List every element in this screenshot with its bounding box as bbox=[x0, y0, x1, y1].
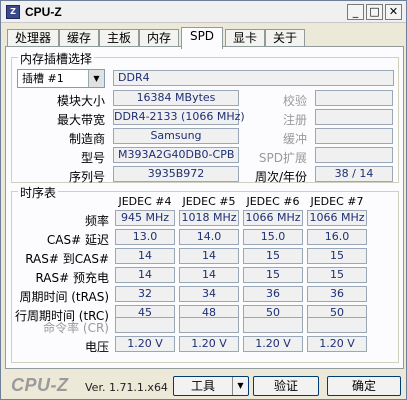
timing-cell: 14 bbox=[179, 267, 239, 283]
slot-select[interactable]: 插槽 #1 ▼ bbox=[17, 69, 105, 88]
timing-cell: 1.20 V bbox=[307, 336, 367, 352]
tab-bar: 处理器 缓存 主板 内存 SPD 显卡 关于 bbox=[5, 27, 405, 49]
ras-to-cas-label: RAS# 到CAS# bbox=[25, 252, 109, 266]
cas-latency-label: CAS# 延迟 bbox=[46, 233, 109, 247]
close-button[interactable]: ✕ bbox=[385, 4, 402, 20]
app-icon: Z bbox=[6, 5, 20, 19]
timing-cell bbox=[307, 317, 367, 333]
registered-value bbox=[315, 109, 393, 125]
timing-cell: 1066 MHz bbox=[243, 210, 303, 226]
timing-cell: 32 bbox=[115, 286, 175, 302]
timing-cell: 14 bbox=[115, 267, 175, 283]
timing-cell: 14.0 bbox=[179, 229, 239, 245]
column-header-jedec4: JEDEC #4 bbox=[118, 195, 172, 208]
tools-button[interactable]: 工具 ▼ bbox=[173, 376, 249, 396]
version-text: Ver. 1.71.1.x64 bbox=[85, 381, 168, 394]
timing-cell: 14 bbox=[115, 248, 175, 264]
column-header-jedec7: JEDEC #7 bbox=[310, 195, 364, 208]
module-size-value: 16384 MBytes bbox=[113, 90, 239, 106]
buffered-label: 缓冲 bbox=[282, 132, 307, 146]
tras-label: 周期时间 (tRAS) bbox=[19, 290, 109, 304]
slot-select-value: 插槽 #1 bbox=[22, 72, 64, 85]
timing-cell: 15 bbox=[307, 248, 367, 264]
timing-cell: 1.20 V bbox=[243, 336, 303, 352]
minimize-button[interactable]: _ bbox=[347, 4, 364, 20]
buffered-value bbox=[315, 128, 393, 144]
ok-button[interactable]: 确定 bbox=[327, 376, 401, 396]
timing-cell: 14 bbox=[179, 248, 239, 264]
max-bandwidth-value: DDR4-2133 (1066 MHz) bbox=[113, 109, 245, 125]
chevron-down-icon[interactable]: ▼ bbox=[88, 70, 104, 87]
max-bandwidth-label: 最大带宽 bbox=[56, 113, 105, 127]
timing-cell: 13.0 bbox=[115, 229, 175, 245]
footer-bar: CPU-Z Ver. 1.71.1.x64 工具 ▼ 验证 确定 bbox=[1, 369, 406, 400]
cpuz-window: Z CPU-Z _ □ ✕ 处理器 缓存 主板 内存 SPD 显卡 关于 内存插… bbox=[0, 0, 407, 400]
column-header-jedec5: JEDEC #5 bbox=[182, 195, 236, 208]
tools-button-label: 工具 bbox=[190, 379, 215, 393]
column-header-jedec6: JEDEC #6 bbox=[246, 195, 300, 208]
ras-precharge-label: RAS# 预充电 bbox=[35, 271, 109, 285]
command-rate-label: 命令率 (CR) bbox=[43, 321, 109, 335]
manufacturer-value: Samsung bbox=[113, 128, 239, 144]
tab-spd[interactable]: SPD bbox=[181, 27, 223, 49]
chevron-down-icon[interactable]: ▼ bbox=[232, 377, 248, 395]
title-bar[interactable]: Z CPU-Z _ □ ✕ bbox=[1, 1, 406, 23]
spd-ext-value bbox=[315, 147, 393, 163]
week-year-value: 38 / 14 bbox=[315, 166, 393, 182]
timing-cell: 15 bbox=[243, 248, 303, 264]
timing-cell bbox=[115, 317, 175, 333]
timing-cell: 36 bbox=[243, 286, 303, 302]
correction-label: 校验 bbox=[282, 94, 307, 108]
serial-label: 序列号 bbox=[68, 170, 105, 184]
voltage-label: 电压 bbox=[84, 340, 109, 354]
cpuz-logo: CPU-Z bbox=[11, 375, 69, 395]
memory-type-value: DDR4 bbox=[113, 70, 394, 86]
window-title: CPU-Z bbox=[25, 5, 62, 19]
part-number-value: M393A2G40DB0-CPB bbox=[113, 147, 239, 163]
module-size-label: 模块大小 bbox=[56, 94, 105, 108]
timing-cell: 34 bbox=[179, 286, 239, 302]
timing-cell: 1018 MHz bbox=[179, 210, 239, 226]
timing-cell: 1.20 V bbox=[179, 336, 239, 352]
maximize-button[interactable]: □ bbox=[366, 4, 383, 20]
timing-cell: 1066 MHz bbox=[307, 210, 367, 226]
timing-cell bbox=[179, 317, 239, 333]
verify-button[interactable]: 验证 bbox=[253, 376, 319, 396]
serial-value: 3935B972 bbox=[113, 166, 239, 182]
correction-value bbox=[315, 90, 393, 106]
registered-label: 注册 bbox=[282, 113, 307, 127]
timing-cell: 15 bbox=[307, 267, 367, 283]
manufacturer-label: 制造商 bbox=[68, 132, 105, 146]
part-number-label: 型号 bbox=[80, 151, 105, 165]
timing-cell bbox=[243, 317, 303, 333]
timing-cell: 945 MHz bbox=[115, 210, 175, 226]
slot-group-title: 内存插槽选择 bbox=[18, 50, 95, 67]
timing-cell: 36 bbox=[307, 286, 367, 302]
timing-cell: 15.0 bbox=[243, 229, 303, 245]
week-year-label: 周次/年份 bbox=[254, 170, 307, 184]
spd-ext-label: SPD扩展 bbox=[258, 151, 307, 165]
timing-cell: 16.0 bbox=[307, 229, 367, 245]
timing-group-title: 时序表 bbox=[18, 184, 59, 201]
timing-cell: 1.20 V bbox=[115, 336, 175, 352]
timing-cell: 15 bbox=[243, 267, 303, 283]
frequency-label: 频率 bbox=[84, 214, 109, 228]
